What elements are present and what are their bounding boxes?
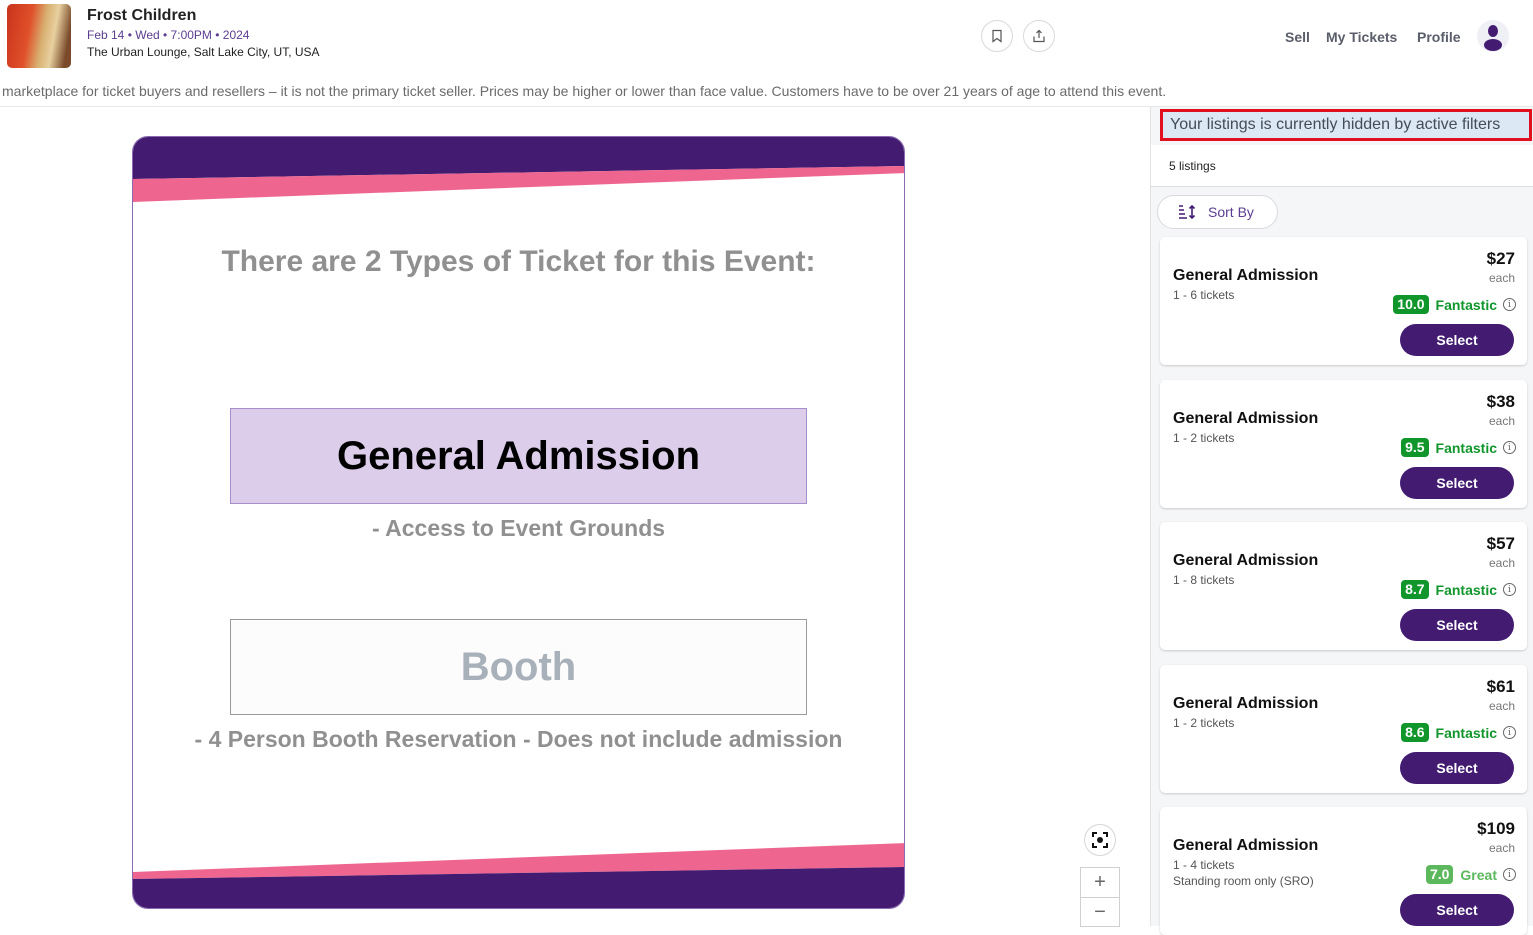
share-icon <box>1033 29 1045 43</box>
nav-my-tickets[interactable]: My Tickets <box>1326 29 1397 45</box>
listing-price: $27 <box>1486 249 1515 268</box>
event-date: Feb 14 • Wed • 7:00PM • 2024 <box>87 28 250 42</box>
deal-score-badge: 9.5 <box>1401 438 1429 457</box>
share-button[interactable] <box>1023 20 1055 52</box>
disclaimer-text: marketplace for ticket buyers and resell… <box>2 83 1167 99</box>
section-booth[interactable]: Booth <box>230 619 807 715</box>
map-zoom-control: + − <box>1080 867 1120 927</box>
user-icon <box>1484 25 1502 51</box>
deal-rating-label: Fantastic <box>1435 724 1497 741</box>
listing-title: General Admission <box>1173 695 1319 712</box>
listing-quantity: 1 - 8 tickets <box>1173 573 1235 587</box>
sort-icon <box>1179 204 1196 220</box>
listing-rating: 7.0 Great i <box>1425 865 1516 884</box>
listing-card[interactable]: General Admission 1 - 2 tickets $61 each… <box>1160 665 1527 793</box>
info-icon[interactable]: i <box>1503 298 1516 311</box>
booth-description: - 4 Person Booth Reservation - Does not … <box>194 726 843 752</box>
select-listing-button[interactable]: Select <box>1400 894 1514 926</box>
listing-card[interactable]: General Admission 1 - 8 tickets $57 each… <box>1160 522 1527 650</box>
listing-price: $38 <box>1486 392 1515 411</box>
ticket-types-map[interactable]: There are 2 Types of Ticket for this Eve… <box>132 136 905 909</box>
zoom-in-button[interactable]: + <box>1081 868 1119 897</box>
listing-title: General Admission <box>1173 267 1319 284</box>
event-thumbnail[interactable] <box>7 4 71 68</box>
deal-rating-label: Fantastic <box>1435 581 1497 598</box>
listing-card[interactable]: General Admission 1 - 4 tickets Standing… <box>1160 807 1527 935</box>
deal-score-badge: 10.0 <box>1393 295 1429 314</box>
listing-note: Standing room only (SRO) <box>1173 874 1314 888</box>
listing-price: $61 <box>1486 677 1515 696</box>
sort-by-label: Sort By <box>1208 204 1254 220</box>
listing-price-unit: each <box>1488 414 1515 428</box>
sort-by-button[interactable]: Sort By <box>1157 195 1278 229</box>
listing-rating: 9.5 Fantastic i <box>1401 438 1516 457</box>
nav-profile[interactable]: Profile <box>1417 29 1461 45</box>
deal-rating-label: Fantastic <box>1435 439 1497 456</box>
ticket-types-heading: There are 2 Types of Ticket for this Eve… <box>221 245 816 278</box>
deal-score-badge: 7.0 <box>1425 865 1454 884</box>
listing-quantity: 1 - 4 tickets <box>1173 858 1235 872</box>
select-listing-button[interactable]: Select <box>1400 467 1514 499</box>
listing-quantity: 1 - 2 tickets <box>1173 431 1235 445</box>
bookmark-button[interactable] <box>981 20 1013 52</box>
info-icon[interactable]: i <box>1503 441 1516 454</box>
listing-price-unit: each <box>1488 556 1515 570</box>
section-general-admission[interactable]: General Admission <box>230 408 807 504</box>
bookmark-icon <box>992 29 1002 43</box>
nav-sell[interactable]: Sell <box>1285 29 1310 45</box>
deal-rating-label: Fantastic <box>1435 296 1497 313</box>
general-admission-description: - Access to Event Grounds <box>371 515 666 541</box>
listing-rating: 10.0 Fantastic i <box>1393 295 1516 314</box>
info-icon[interactable]: i <box>1503 726 1516 739</box>
select-listing-button[interactable]: Select <box>1400 324 1514 356</box>
header: Frost Children Feb 14 • Wed • 7:00PM • 2… <box>0 0 1533 78</box>
listing-rating: 8.6 Fantastic i <box>1401 723 1516 742</box>
focus-icon <box>1092 832 1108 848</box>
info-icon[interactable]: i <box>1503 868 1516 881</box>
listing-count: 5 listings <box>1169 159 1216 173</box>
info-icon[interactable]: i <box>1503 583 1516 596</box>
listing-price-unit: each <box>1488 271 1515 285</box>
deal-score-badge: 8.7 <box>1401 580 1429 599</box>
listing-card[interactable]: General Admission 1 - 2 tickets $38 each… <box>1160 380 1527 508</box>
deal-score-badge: 8.6 <box>1401 723 1429 742</box>
listing-title: General Admission <box>1173 552 1319 569</box>
event-venue: The Urban Lounge, Salt Lake City, UT, US… <box>87 45 320 59</box>
listing-card[interactable]: General Admission 1 - 6 tickets $27 each… <box>1160 237 1527 365</box>
event-title: Frost Children <box>87 7 197 24</box>
avatar[interactable] <box>1477 20 1509 52</box>
zoom-out-button[interactable]: − <box>1081 897 1119 926</box>
listing-price-unit: each <box>1488 699 1515 713</box>
listing-title: General Admission <box>1173 410 1319 427</box>
listing-price: $57 <box>1486 534 1515 553</box>
select-listing-button[interactable]: Select <box>1400 752 1514 784</box>
listings-sidebar: Your listings is currently hidden by act… <box>1150 107 1533 935</box>
listing-count-bar: 5 listings <box>1151 145 1533 187</box>
listing-title: General Admission <box>1173 837 1319 854</box>
recenter-map-button[interactable] <box>1084 824 1116 856</box>
listing-price: $109 <box>1477 819 1515 838</box>
filter-notice: Your listings is currently hidden by act… <box>1160 109 1532 141</box>
listing-price-unit: each <box>1488 841 1515 855</box>
listing-quantity: 1 - 6 tickets <box>1173 288 1235 302</box>
select-listing-button[interactable]: Select <box>1400 609 1514 641</box>
listing-rating: 8.7 Fantastic i <box>1401 580 1516 599</box>
deal-rating-label: Great <box>1460 866 1497 883</box>
listing-quantity: 1 - 2 tickets <box>1173 716 1235 730</box>
